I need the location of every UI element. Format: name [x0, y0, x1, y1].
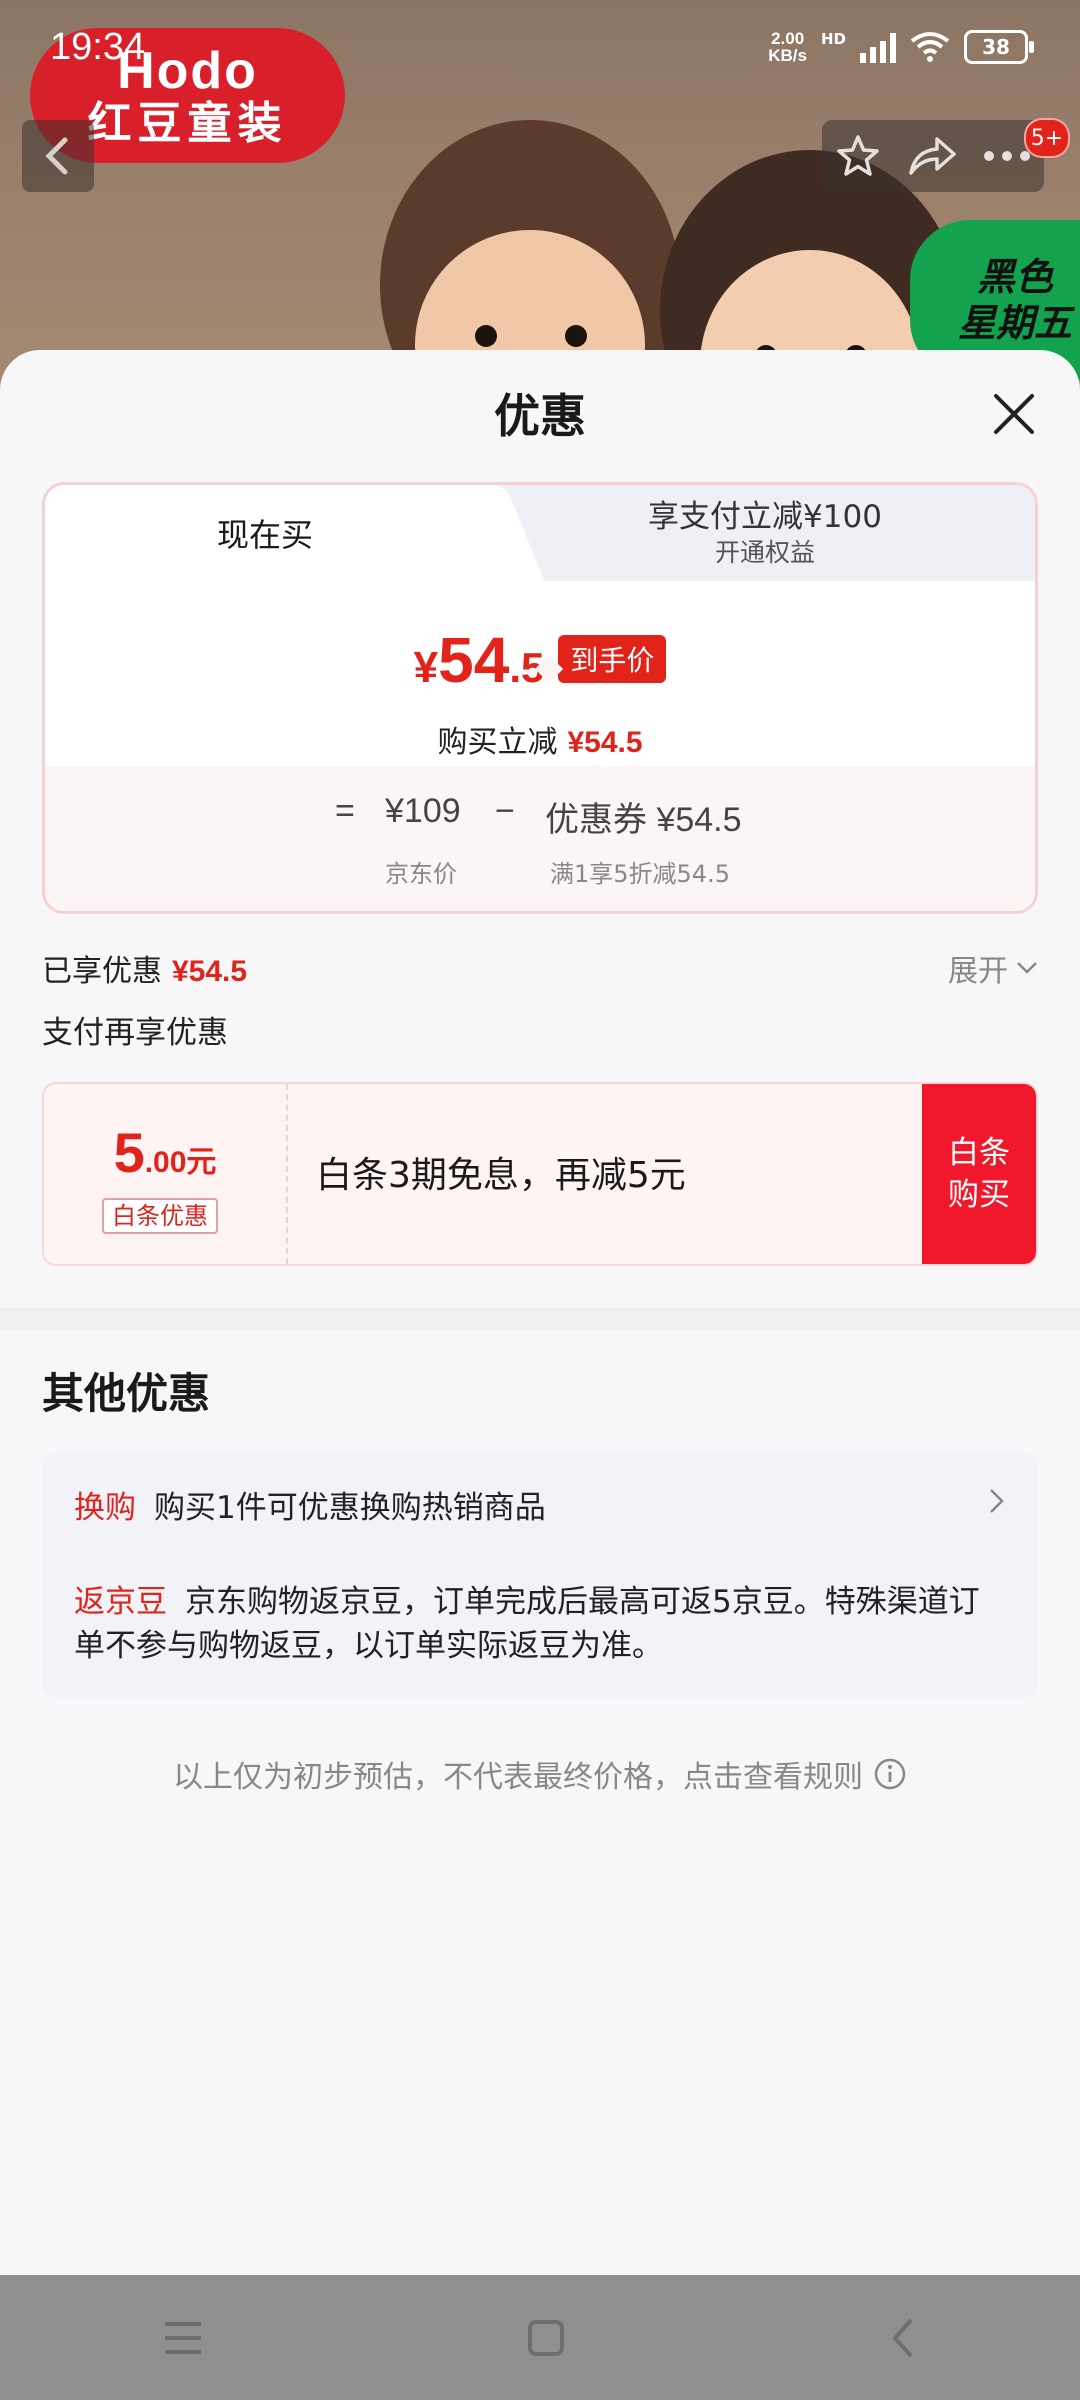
formula-coupon-rule: 满1享5折减54.5	[550, 860, 730, 888]
tab-pay-discount[interactable]: 享支付立减¥100 开通权益	[545, 497, 985, 569]
formula-minus: −	[495, 792, 515, 830]
formula-base-label: 京东价	[385, 860, 457, 888]
share-icon[interactable]	[907, 135, 957, 177]
expand-button[interactable]: 展开	[948, 946, 1038, 990]
back-nav-icon[interactable]	[887, 2316, 919, 2360]
wifi-icon	[910, 32, 950, 62]
discount-sheet: 优惠 享支付立减¥100 开通权益 现在买 ¥54.5 到手价 购买立减 ¥54.…	[0, 350, 1080, 2275]
battery-icon: 38	[964, 30, 1034, 64]
formula-coupon: 优惠券 ¥54.5	[545, 801, 742, 839]
jingdou-offer: 返京豆 京东购物返京豆，订单完成后最高可返5京豆。特殊渠道订单不参与购物返豆，以订…	[74, 1584, 980, 1664]
baitiao-description: 白条3期免息，再减5元	[316, 1155, 686, 1196]
rules-disclaimer[interactable]: 以上仅为初步预估，不代表最终价格，点击查看规则	[0, 1752, 1080, 1796]
pay-more-label: 支付再享优惠	[42, 1015, 228, 1051]
baitiao-tag: 白条优惠	[102, 1198, 218, 1234]
chevron-right-icon[interactable]	[986, 1486, 1008, 1516]
enjoyed-discount: 已享优惠 ¥54.5	[42, 954, 248, 989]
exchange-offer[interactable]: 换购 购买1件可优惠换购热销商品	[74, 1482, 546, 1527]
arrival-price-tag: 到手价	[558, 635, 667, 683]
discount-line: 购买立减 ¥54.5	[437, 725, 643, 760]
sheet-title: 优惠	[494, 389, 586, 443]
star-icon[interactable]	[835, 133, 881, 179]
other-offers-card: 换购 购买1件可优惠换购热销商品 返京豆 京东购物返京豆，订单完成后最高可返5京豆。…	[42, 1452, 1038, 1698]
back-icon	[45, 137, 68, 175]
notification-badge: 5+	[1024, 118, 1070, 158]
home-icon[interactable]	[526, 2318, 566, 2358]
signal-icon	[860, 31, 896, 63]
top-action-bar	[822, 120, 1044, 192]
formula-equals: =	[335, 792, 355, 830]
system-nav-bar	[0, 2275, 1080, 2400]
hd-label: HD	[820, 30, 846, 48]
back-button[interactable]	[22, 120, 94, 192]
status-bar: 19:34 2.00 KB/s HD 38	[0, 0, 1080, 100]
tab-buy-now[interactable]: 现在买	[45, 485, 485, 581]
baitiao-buy-button[interactable]: 白条 购买	[922, 1084, 1036, 1264]
more-icon[interactable]	[983, 150, 1031, 162]
menu-icon[interactable]	[161, 2318, 205, 2358]
price-formula: = ¥109 京东价 − 优惠券 ¥54.5 满1享5折减54.5	[45, 766, 1035, 911]
close-icon[interactable]	[990, 390, 1038, 438]
tab-bar: 享支付立减¥100 开通权益 现在买	[45, 485, 1035, 581]
final-price: ¥54.5	[413, 624, 545, 696]
chevron-down-icon	[1017, 962, 1037, 974]
baitiao-amount: 5.00元	[113, 1121, 217, 1184]
formula-base-price: ¥109	[385, 792, 461, 830]
status-time: 19:34	[50, 26, 146, 68]
info-icon	[874, 1758, 906, 1790]
network-speed: 2.00 KB/s	[768, 29, 807, 65]
price-card: 享支付立减¥100 开通权益 现在买 ¥54.5 到手价 购买立减 ¥54.5 =…	[42, 482, 1038, 914]
other-offers-title: 其他优惠	[42, 1369, 211, 1418]
section-divider	[0, 1308, 1080, 1330]
baitiao-offer-card[interactable]: 5.00元 白条优惠 白条3期免息，再减5元 白条 购买	[42, 1082, 1038, 1266]
